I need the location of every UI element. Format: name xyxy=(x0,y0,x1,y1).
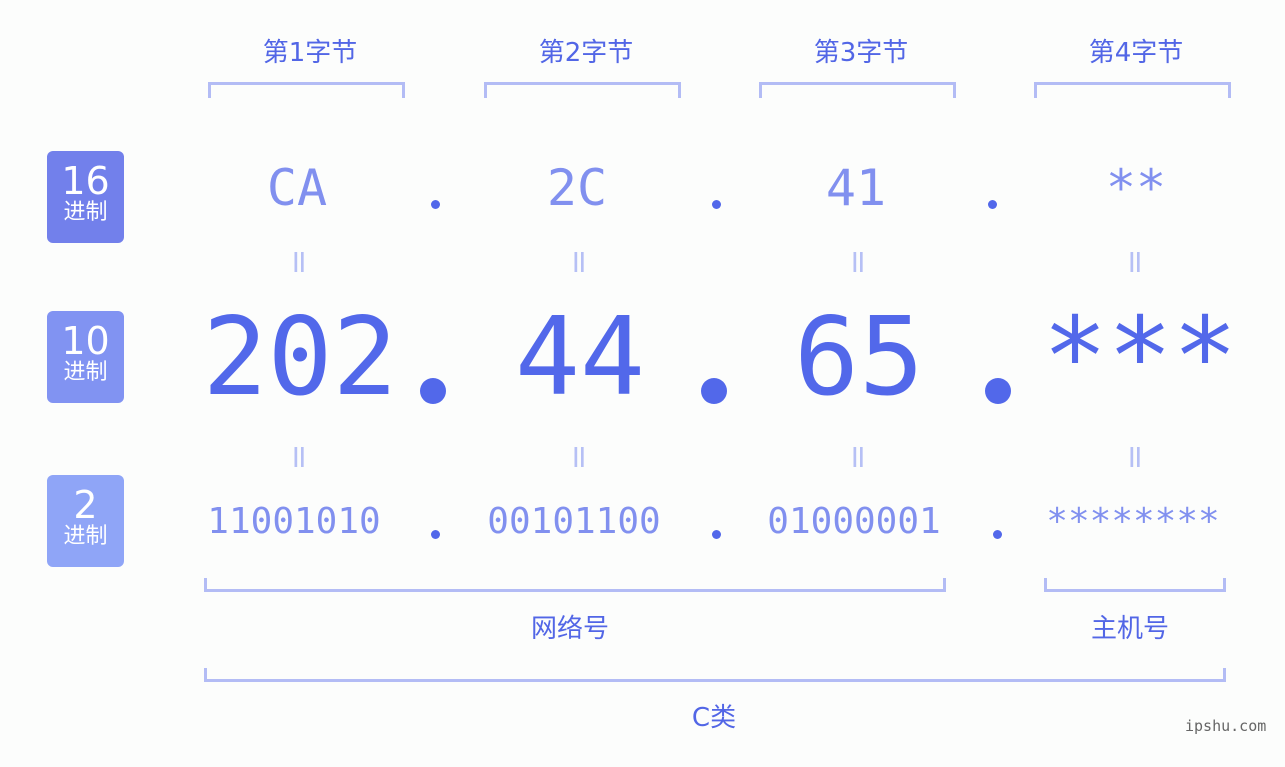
hex-base-number: 16 xyxy=(61,159,110,203)
bin-byte-4: ******** xyxy=(1046,501,1220,542)
byte-2-label: 第2字节 xyxy=(538,38,634,68)
byte-3-label: 第3字节 xyxy=(813,38,909,68)
class-label: C类 xyxy=(691,703,737,733)
watermark: ipshu.com xyxy=(1185,717,1267,735)
hex-byte-2: 2C xyxy=(546,159,608,217)
byte-1-label: 第1字节 xyxy=(262,38,358,68)
dec-separator-dot xyxy=(420,378,446,404)
network-bracket xyxy=(204,578,946,592)
byte-4-label: 第4字节 xyxy=(1088,38,1184,68)
hex-base-unit: 进制 xyxy=(63,200,108,225)
network-label: 网络号 xyxy=(530,614,609,644)
equals-icon: = xyxy=(840,443,878,471)
class-bracket xyxy=(204,668,1226,682)
bin-separator-dot xyxy=(993,530,1002,539)
bin-base-unit: 进制 xyxy=(63,524,108,549)
dec-byte-3: 65 xyxy=(793,295,925,420)
equals-icon: = xyxy=(1117,248,1155,276)
bin-byte-3: 01000001 xyxy=(767,501,941,542)
bin-byte-2: 00101100 xyxy=(487,501,661,542)
dec-separator-dot xyxy=(701,378,727,404)
dec-base-badge: 10 进制 xyxy=(47,311,124,403)
bin-separator-dot xyxy=(712,530,721,539)
bin-base-number: 2 xyxy=(73,483,98,527)
dec-byte-4: *** xyxy=(1042,295,1238,420)
equals-icon: = xyxy=(281,248,319,276)
byte-4-bracket xyxy=(1034,82,1231,98)
hex-base-badge: 16 进制 xyxy=(47,151,124,243)
bin-separator-dot xyxy=(431,530,440,539)
dec-byte-2: 44 xyxy=(514,295,646,420)
host-bracket xyxy=(1044,578,1226,592)
hex-separator-dot xyxy=(988,200,997,209)
dec-base-unit: 进制 xyxy=(63,360,108,385)
hex-separator-dot xyxy=(712,200,721,209)
hex-separator-dot xyxy=(431,200,440,209)
host-label: 主机号 xyxy=(1090,614,1169,644)
dec-base-number: 10 xyxy=(61,319,110,363)
bin-base-badge: 2 进制 xyxy=(47,475,124,567)
hex-byte-1: CA xyxy=(266,159,328,217)
hex-byte-4: ** xyxy=(1105,159,1167,217)
equals-icon: = xyxy=(840,248,878,276)
byte-1-bracket xyxy=(208,82,405,98)
hex-byte-3: 41 xyxy=(825,159,887,217)
equals-icon: = xyxy=(561,443,599,471)
bin-byte-1: 11001010 xyxy=(207,501,381,542)
equals-icon: = xyxy=(1117,443,1155,471)
equals-icon: = xyxy=(561,248,599,276)
dec-separator-dot xyxy=(985,378,1011,404)
equals-icon: = xyxy=(281,443,319,471)
byte-2-bracket xyxy=(484,82,681,98)
byte-3-bracket xyxy=(759,82,956,98)
dec-byte-1: 202 xyxy=(202,295,398,420)
